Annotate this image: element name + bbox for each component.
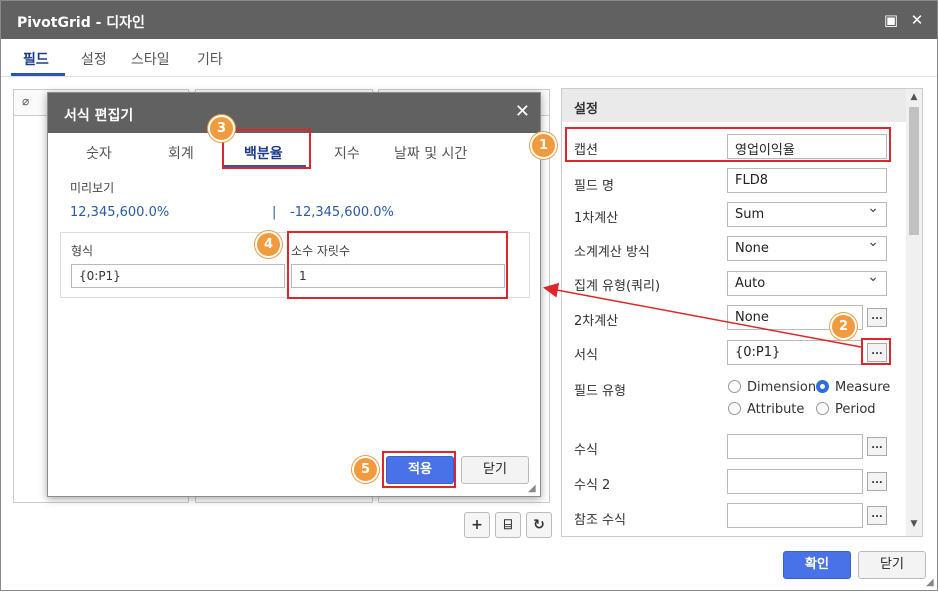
- ref-formula-ellipsis-button[interactable]: ...: [867, 506, 887, 525]
- callout-caption: [565, 127, 891, 162]
- calc1-select[interactable]: Sum: [727, 200, 887, 227]
- formula2-input[interactable]: [727, 469, 863, 494]
- dialog-tab-datetime[interactable]: 날짜 및 시간: [394, 143, 467, 163]
- radio-measure-label: Measure: [835, 380, 891, 395]
- settings-scrollbar[interactable]: ▲ ▼: [906, 89, 922, 536]
- preview-separator: |: [272, 205, 277, 220]
- preview-positive: 12,345,600.0%: [70, 205, 170, 220]
- refresh-icon[interactable]: ↻: [526, 512, 552, 538]
- pivotgrid-design-window: PivotGrid - 디자인 ▣ ✕ 필드 설정 스타일 기타 ⌀ + ⌸ ↻…: [0, 0, 938, 591]
- formula-input[interactable]: [727, 434, 863, 459]
- radio-attribute-label: Attribute: [747, 402, 805, 417]
- tab-etc[interactable]: 기타: [197, 49, 223, 69]
- window-resize-grip[interactable]: ◢: [926, 577, 934, 588]
- radio-attribute[interactable]: Attribute: [728, 402, 804, 417]
- plus-icon[interactable]: +: [464, 512, 490, 538]
- dialog-close-icon[interactable]: ✕: [515, 101, 530, 122]
- radio-dimension-dot: [728, 380, 741, 393]
- window-title: PivotGrid - 디자인: [17, 15, 145, 31]
- subtotal-select[interactable]: None: [727, 234, 887, 261]
- settings-header: 설정: [562, 89, 906, 122]
- radio-measure[interactable]: Measure: [816, 380, 890, 395]
- trash-icon[interactable]: ⌸: [495, 512, 521, 538]
- scroll-thumb[interactable]: [909, 107, 919, 235]
- calc1-label: 1차계산: [574, 211, 619, 226]
- agg-type-value: Auto: [735, 276, 766, 291]
- calc2-ellipsis-button[interactable]: ...: [867, 308, 887, 327]
- format-input[interactable]: {0:P1}: [727, 340, 863, 365]
- agg-type-select[interactable]: Auto: [727, 269, 887, 296]
- callout-decimals: [287, 231, 508, 299]
- dialog-tab-accounting[interactable]: 회계: [168, 143, 194, 163]
- subtotal-value: None: [735, 241, 769, 256]
- ref-formula-label: 참조 수식: [574, 513, 626, 528]
- preview-negative: -12,345,600.0%: [290, 205, 394, 220]
- step-badge-5: 5: [352, 456, 379, 483]
- radio-period[interactable]: Period: [816, 402, 876, 417]
- window-maximize-icon[interactable]: ▣: [881, 10, 901, 30]
- main-tabs: 필드 설정 스타일 기타: [1, 39, 937, 77]
- preview-box: 미리보기 12,345,600.0% | -12,345,600.0%: [60, 169, 558, 232]
- ref-formula-input[interactable]: [727, 503, 863, 528]
- formula2-ellipsis-button[interactable]: ...: [867, 472, 887, 491]
- ok-button[interactable]: 확인: [783, 551, 851, 579]
- scroll-up-icon[interactable]: ▲: [906, 92, 922, 106]
- format-type-label: 형식: [71, 244, 94, 258]
- dialog-tab-number[interactable]: 숫자: [86, 143, 112, 163]
- step-badge-2: 2: [830, 313, 857, 340]
- calc1-value: Sum: [735, 207, 765, 222]
- field-type-label: 필드 유형: [574, 384, 626, 399]
- dialog-title: 서식 편집기: [64, 108, 134, 124]
- formula-ellipsis-button[interactable]: ...: [867, 437, 887, 456]
- tab-fields[interactable]: 필드: [23, 49, 49, 69]
- agg-type-label: 집계 유형(쿼리): [574, 279, 661, 294]
- radio-measure-dot: [816, 380, 829, 393]
- radio-attribute-dot: [728, 402, 741, 415]
- active-tab-indicator: [11, 73, 65, 76]
- dialog-resize-grip[interactable]: ◢: [528, 483, 536, 494]
- radio-period-dot: [816, 402, 829, 415]
- settings-title: 설정: [574, 102, 598, 117]
- preview-label: 미리보기: [70, 181, 115, 195]
- dialog-title-bar: 서식 편집기 ✕: [48, 93, 540, 133]
- format-type-input[interactable]: {0:P1}: [71, 264, 285, 288]
- step-badge-4: 4: [255, 231, 282, 258]
- step-badge-3: 3: [208, 115, 235, 142]
- callout-percent-tab: [222, 129, 311, 169]
- tab-style[interactable]: 스타일: [131, 49, 170, 69]
- radio-dimension[interactable]: Dimension: [728, 380, 816, 395]
- radio-dimension-label: Dimension: [747, 380, 817, 395]
- tab-settings[interactable]: 설정: [81, 49, 107, 69]
- calc2-label: 2차계산: [574, 314, 619, 329]
- eye-slash-icon[interactable]: ⌀: [22, 94, 29, 108]
- callout-format-ellipsis: [861, 338, 891, 365]
- field-name-label: 필드 명: [574, 179, 615, 194]
- dialog-close-button[interactable]: 닫기: [461, 456, 529, 484]
- format-label: 서식: [574, 348, 598, 363]
- title-bar: PivotGrid - 디자인 ▣ ✕: [1, 1, 937, 39]
- formula-label: 수식: [574, 443, 598, 458]
- callout-apply: [382, 451, 456, 488]
- field-name-input[interactable]: FLD8: [727, 168, 887, 193]
- radio-period-label: Period: [835, 402, 876, 417]
- dialog-tab-exponent[interactable]: 지수: [334, 143, 360, 163]
- scroll-down-icon[interactable]: ▼: [906, 519, 922, 533]
- subtotal-label: 소계계산 방식: [574, 245, 650, 260]
- step-badge-1: 1: [530, 132, 557, 159]
- close-icon[interactable]: ✕: [907, 10, 927, 30]
- formula2-label: 수식 2: [574, 478, 611, 493]
- close-button[interactable]: 닫기: [858, 551, 926, 579]
